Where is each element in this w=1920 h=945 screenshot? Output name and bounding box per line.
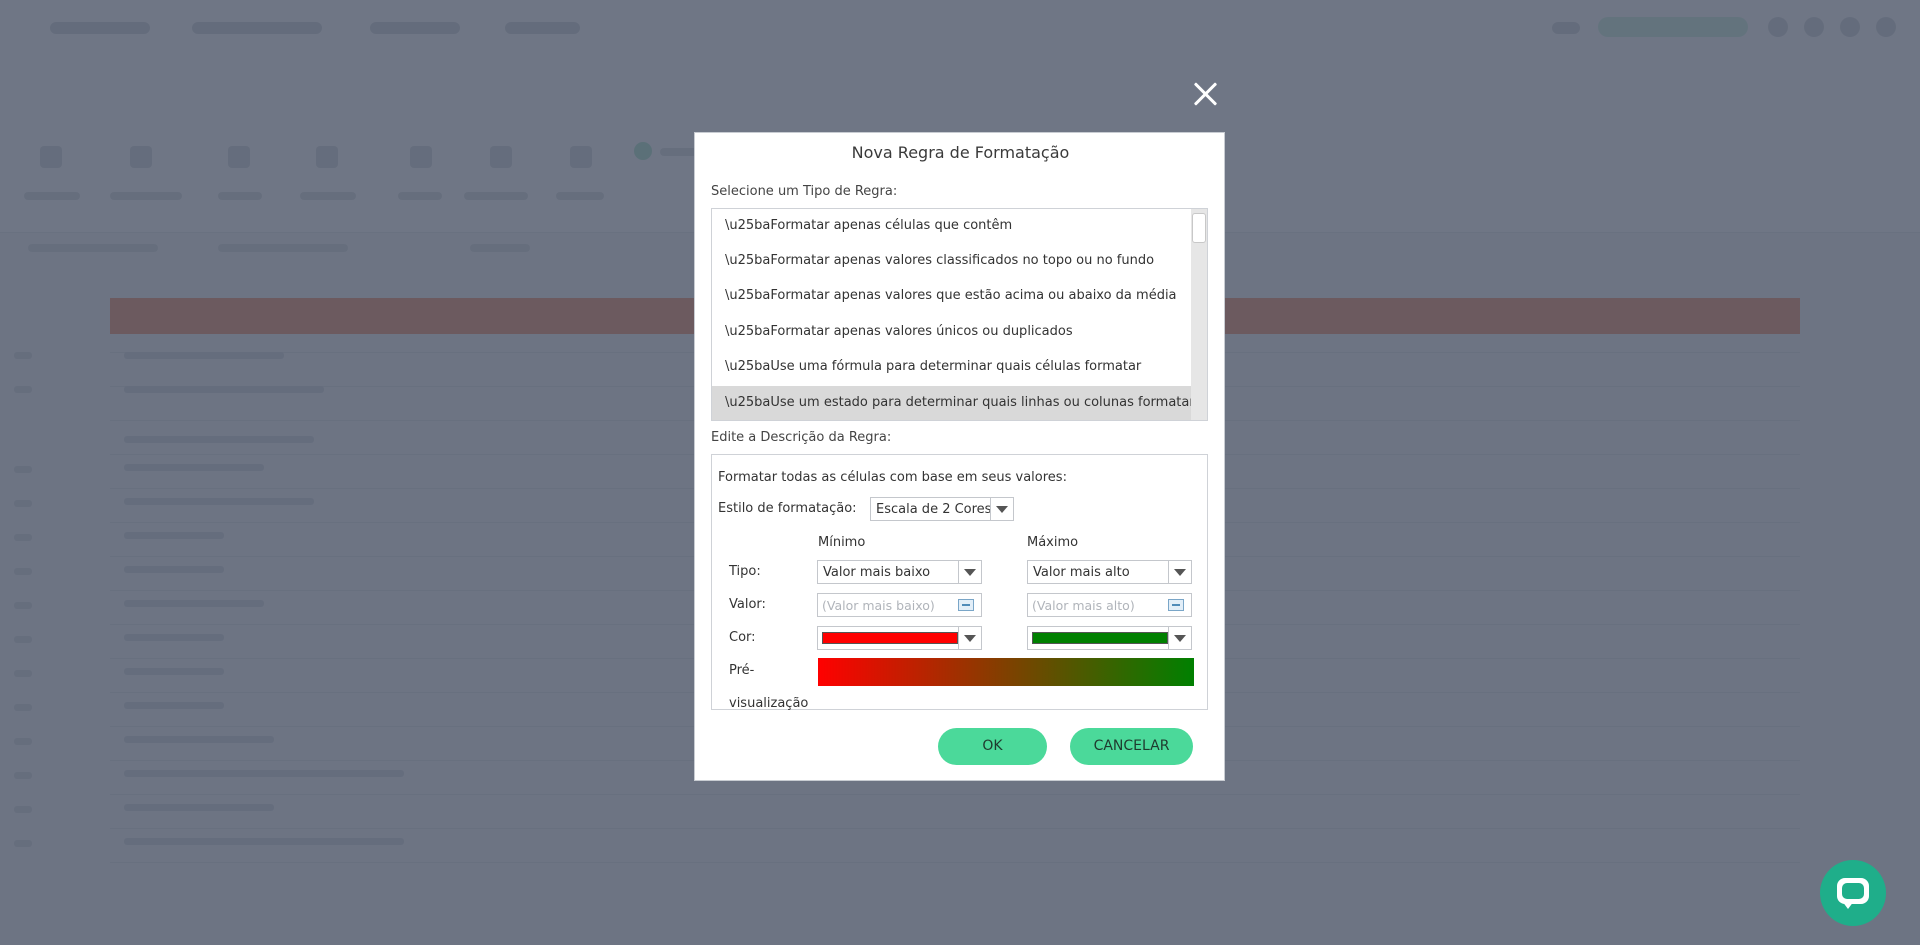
ok-button[interactable]: OK [938,728,1047,765]
preview-label-line-2: visualização [729,696,809,711]
chat-icon-inner [1842,883,1864,899]
chevron-down-icon [964,635,976,642]
chevron-down-icon [996,506,1008,513]
preview-label-line-1: Pré- [729,663,755,678]
max-type-value: Valor mais alto [1033,565,1130,580]
cancel-button[interactable]: CANCELAR [1070,728,1193,765]
maximum-header: Máximo [1027,535,1079,550]
scrollbar-thumb[interactable] [1192,213,1206,243]
format-style-dropdown[interactable] [990,498,1013,520]
type-label: Tipo: [729,564,761,579]
min-type-value: Valor mais baixo [823,565,931,580]
max-type-select[interactable]: Valor mais alto [1027,560,1192,584]
min-value-field[interactable] [817,593,982,617]
min-type-select[interactable]: Valor mais baixo [817,560,982,584]
max-color-swatch [1032,632,1168,644]
chat-button[interactable] [1820,860,1886,926]
dialog-title: Nova Regra de Formatação [851,143,1070,162]
new-formatting-rule-dialog: Nova Regra de Formatação Selecione um Ti… [694,132,1225,781]
rule-type-item[interactable]: \u25baFormatar apenas valores classifica… [712,244,1192,279]
color-scale-preview [818,658,1194,686]
cell-reference-icon[interactable] [1168,599,1184,611]
color-label: Cor: [729,630,756,645]
format-style-value: Escala de 2 Cores [876,502,992,517]
max-value-input[interactable] [1028,594,1164,616]
rule-type-item[interactable]: \u25baFormatar apenas células que contêm [712,209,1192,244]
format-style-label: Estilo de formatação: [718,501,857,516]
min-value-input[interactable] [818,594,954,616]
min-color-dropdown[interactable] [958,627,981,649]
chat-icon-tail [1842,901,1854,909]
minimum-header: Mínimo [818,535,866,550]
format-style-select[interactable]: Escala de 2 Cores [870,497,1014,521]
min-type-dropdown[interactable] [958,561,981,583]
description-intro: Formatar todas as células com base em se… [718,470,1067,485]
max-type-dropdown[interactable] [1168,561,1191,583]
max-color-select[interactable] [1027,626,1192,650]
description-label: Edite a Descrição da Regra: [711,430,892,445]
chevron-down-icon [1174,569,1186,576]
rule-list-scrollbar[interactable] [1191,209,1207,420]
rule-type-item[interactable]: \u25baFormatar apenas valores únicos ou … [712,315,1192,350]
close-icon[interactable] [1192,80,1220,108]
min-color-swatch [822,632,958,644]
chevron-down-icon [964,569,976,576]
rule-description-box: Formatar todas as células com base em se… [711,454,1208,711]
rule-type-label: Selecione um Tipo de Regra: [711,184,898,199]
chevron-down-icon [1174,635,1186,642]
value-label: Valor: [729,597,766,612]
rule-type-item[interactable]: \u25baFormatar apenas valores que estão … [712,279,1192,314]
rule-type-list[interactable]: \u25baFormatar apenas células que contêm… [711,208,1208,421]
rule-type-item-selected[interactable]: \u25baUse um estado para determinar quai… [712,386,1195,420]
cell-reference-icon[interactable] [958,599,974,611]
max-value-field[interactable] [1027,593,1192,617]
rule-type-item[interactable]: \u25baUse uma fórmula para determinar qu… [712,350,1192,385]
min-color-select[interactable] [817,626,982,650]
max-color-dropdown[interactable] [1168,627,1191,649]
